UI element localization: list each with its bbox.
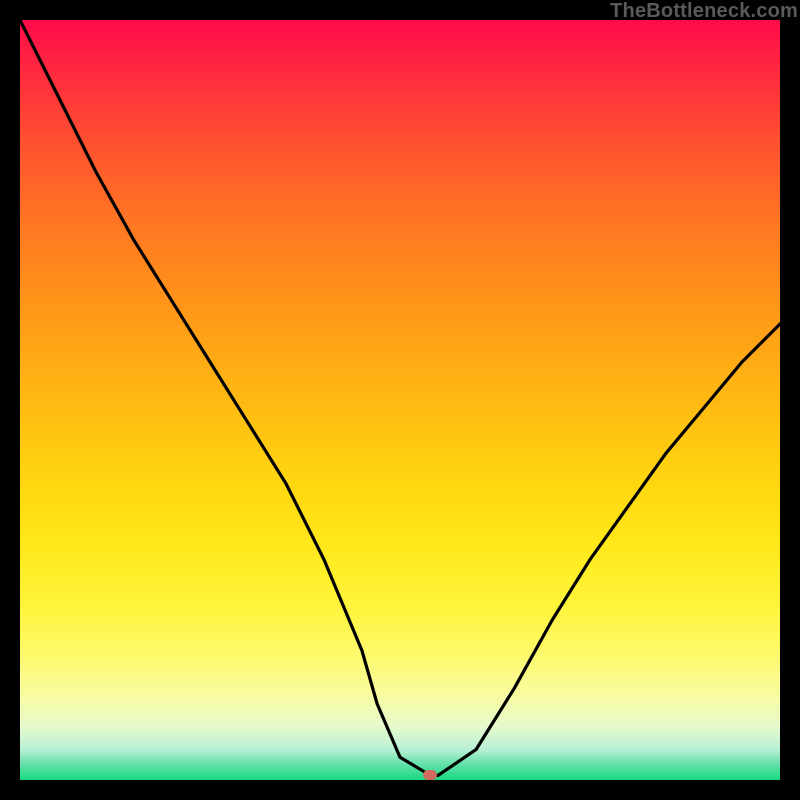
- plot-area: [20, 20, 780, 780]
- chart-container: TheBottleneck.com: [0, 0, 800, 800]
- optimal-point-marker: [423, 770, 437, 780]
- bottleneck-curve: [20, 20, 780, 775]
- curve-svg: [20, 20, 780, 780]
